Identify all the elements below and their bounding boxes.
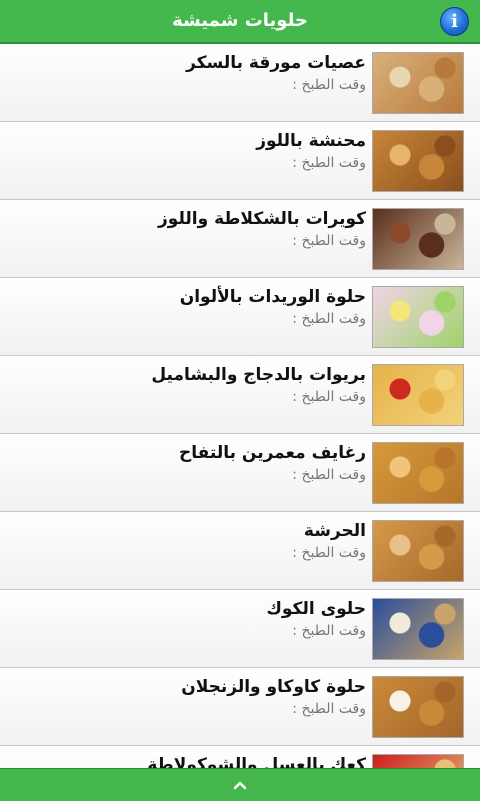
list-item[interactable]: كويرات بالشكلاطة واللوز وقت الطبخ : (0, 200, 480, 278)
info-icon[interactable]: i (440, 7, 469, 36)
list-item[interactable]: عصيات مورقة بالسكر وقت الطبخ : (0, 44, 480, 122)
recipe-name: الحرشة (303, 521, 366, 541)
recipe-thumbnail (372, 286, 464, 348)
cooking-time-label: وقت الطبخ : (292, 155, 366, 171)
list-item[interactable]: رغايف معمرين بالتفاح وقت الطبخ : (0, 434, 480, 512)
list-item[interactable]: محنشة باللوز وقت الطبخ : (0, 122, 480, 200)
cooking-time-label: وقت الطبخ : (292, 77, 366, 93)
app-header: حلويات شميشة i (0, 0, 480, 44)
recipe-thumbnail (372, 208, 464, 270)
list-item[interactable]: بريوات بالدجاج والبشاميل وقت الطبخ : (0, 356, 480, 434)
list-item[interactable]: الحرشة وقت الطبخ : (0, 512, 480, 590)
recipe-name: رغايف معمرين بالتفاح (179, 443, 366, 463)
recipe-thumbnail (372, 754, 464, 768)
recipe-thumbnail (372, 598, 464, 660)
recipe-thumbnail (372, 364, 464, 426)
recipe-thumbnail (372, 52, 464, 114)
list-item[interactable]: حلوة الوريدات بالألوان وقت الطبخ : (0, 278, 480, 356)
cooking-time-label: وقت الطبخ : (292, 389, 366, 405)
recipe-name: حلوة كاوكاو والزنجلان (181, 677, 366, 697)
chevron-up-icon[interactable] (232, 777, 248, 793)
cooking-time-label: وقت الطبخ : (292, 623, 366, 639)
recipe-thumbnail (372, 130, 464, 192)
cooking-time-label: وقت الطبخ : (292, 311, 366, 327)
bottom-bar (0, 768, 480, 801)
recipe-name: حلوى الكوك (266, 599, 366, 619)
list-item[interactable]: كعك بالعسل والشوكولاطة (0, 746, 480, 768)
cooking-time-label: وقت الطبخ : (292, 701, 366, 717)
cooking-time-label: وقت الطبخ : (292, 545, 366, 561)
recipe-list: عصيات مورقة بالسكر وقت الطبخ : محنشة باللو… (0, 44, 480, 768)
cooking-time-label: وقت الطبخ : (292, 467, 366, 483)
recipe-thumbnail (372, 442, 464, 504)
recipe-name: بريوات بالدجاج والبشاميل (151, 365, 366, 385)
recipe-name: كعك بالعسل والشوكولاطة (147, 755, 366, 768)
cooking-time-label: وقت الطبخ : (292, 233, 366, 249)
recipe-thumbnail (372, 520, 464, 582)
list-item[interactable]: حلوة كاوكاو والزنجلان وقت الطبخ : (0, 668, 480, 746)
list-item[interactable]: حلوى الكوك وقت الطبخ : (0, 590, 480, 668)
recipe-name: محنشة باللوز (256, 131, 366, 151)
recipe-name: كويرات بالشكلاطة واللوز (158, 209, 366, 229)
recipe-name: حلوة الوريدات بالألوان (179, 287, 366, 307)
recipe-name: عصيات مورقة بالسكر (186, 53, 366, 73)
page-title: حلويات شميشة (172, 10, 308, 31)
recipe-thumbnail (372, 676, 464, 738)
